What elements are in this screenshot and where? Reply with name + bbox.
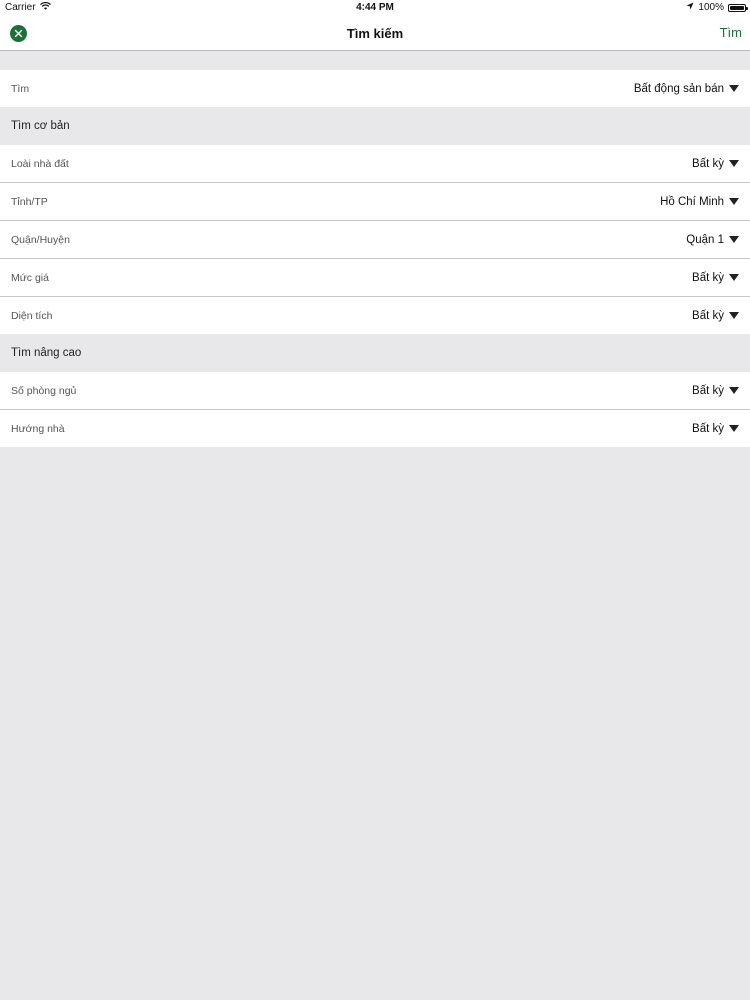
advanced-section: Số phòng ngủ Bất kỳ Hướng nhà Bất kỳ: [0, 372, 750, 447]
search-type-selector[interactable]: Tìm Bất động sản bán: [0, 70, 750, 107]
row-label: Tỉnh/TP: [11, 195, 48, 208]
row-value-wrap: Bất kỳ: [692, 310, 739, 322]
caret-down-icon: [729, 85, 739, 92]
row-value-wrap: Bất kỳ: [692, 158, 739, 170]
close-button[interactable]: [10, 25, 27, 42]
caret-down-icon: [729, 236, 739, 243]
battery-icon: [728, 3, 748, 12]
search-type-value-wrap: Bất động sản bán: [634, 83, 739, 95]
row-label: Số phòng ngủ: [11, 384, 77, 397]
price-selector[interactable]: Mức giá Bất kỳ: [0, 259, 750, 296]
navigation-bar: Tìm kiếm Tìm: [0, 16, 750, 51]
caret-down-icon: [729, 198, 739, 205]
search-button[interactable]: Tìm: [720, 25, 742, 40]
row-label: Hướng nhà: [11, 422, 65, 435]
row-label: Diện tích: [11, 309, 53, 322]
row-value-wrap: Quận 1: [686, 234, 739, 246]
status-right: 100%: [686, 2, 748, 13]
caret-down-icon: [729, 425, 739, 432]
section-header-advanced: Tìm nâng cao: [0, 334, 750, 372]
property-type-selector[interactable]: Loài nhà đất Bất kỳ: [0, 145, 750, 182]
search-type-value: Bất động sản bán: [633, 82, 724, 95]
row-value: Bất kỳ: [692, 422, 724, 435]
row-value-wrap: Bất kỳ: [692, 385, 739, 397]
section-header-basic: Tìm cơ bản: [0, 107, 750, 145]
row-value: Bất kỳ: [692, 271, 724, 284]
status-time: 4:44 PM: [356, 2, 394, 13]
bedrooms-selector[interactable]: Số phòng ngủ Bất kỳ: [0, 372, 750, 409]
page-title: Tìm kiếm: [346, 26, 404, 41]
row-value: Bất kỳ: [692, 157, 724, 170]
search-screen: Carrier 4:44 PM 100% Tìm kiếm Tìm Tìm Bấ…: [0, 0, 750, 1000]
row-label: Loài nhà đất: [11, 157, 69, 170]
status-bar: Carrier 4:44 PM 100%: [0, 0, 750, 16]
close-icon: [14, 25, 23, 43]
row-value: Hồ Chí Minh: [660, 195, 724, 208]
row-value-wrap: Bất kỳ: [692, 272, 739, 284]
basic-section: Loài nhà đất Bất kỳ Tỉnh/TP Hồ Chí Minh …: [0, 145, 750, 334]
row-value-wrap: Hồ Chí Minh: [660, 196, 739, 208]
row-label: Quận/Huyện: [11, 233, 70, 246]
house-direction-selector[interactable]: Hướng nhà Bất kỳ: [0, 410, 750, 447]
search-type-label: Tìm: [11, 82, 30, 95]
row-value: Quận 1: [686, 233, 724, 246]
battery-percent: 100%: [698, 2, 724, 13]
area-selector[interactable]: Diện tích Bất kỳ: [0, 297, 750, 334]
row-label: Mức giá: [11, 271, 49, 284]
battery-fill: [730, 5, 744, 10]
province-selector[interactable]: Tỉnh/TP Hồ Chí Minh: [0, 183, 750, 220]
search-form: Tìm Bất động sản bán Tìm cơ bản Loài nhà…: [0, 70, 750, 447]
caret-down-icon: [729, 160, 739, 167]
row-value: Bất kỳ: [692, 309, 724, 322]
row-value: Bất kỳ: [692, 384, 724, 397]
caret-down-icon: [729, 312, 739, 319]
caret-down-icon: [729, 387, 739, 394]
location-arrow-icon: [686, 2, 694, 13]
district-selector[interactable]: Quận/Huyện Quận 1: [0, 221, 750, 258]
row-value-wrap: Bất kỳ: [692, 423, 739, 435]
caret-down-icon: [729, 274, 739, 281]
